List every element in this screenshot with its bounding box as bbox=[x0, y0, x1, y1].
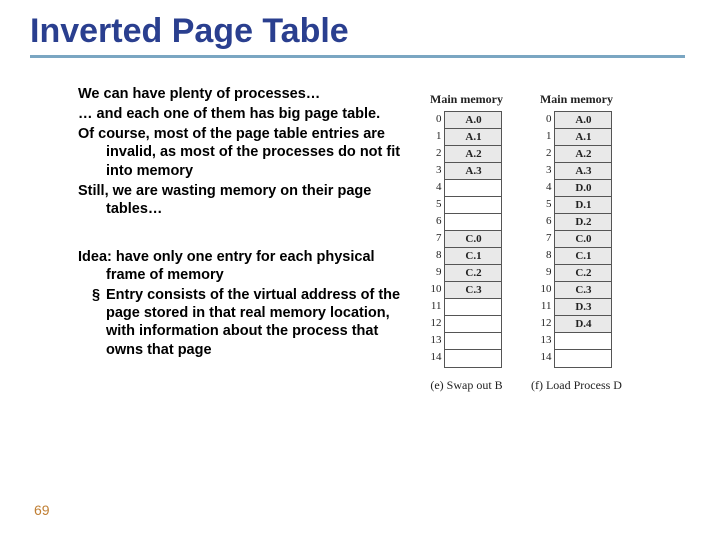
index-label: 6 bbox=[430, 213, 441, 230]
index-label: 14 bbox=[540, 349, 551, 366]
para-2: … and each one of them has big page tabl… bbox=[78, 105, 418, 123]
index-label: 6 bbox=[540, 213, 551, 230]
slide-title: Inverted Page Table bbox=[30, 12, 685, 58]
figure-e-header: Main memory bbox=[430, 92, 503, 107]
index-label: 4 bbox=[430, 179, 441, 196]
index-label: 7 bbox=[540, 230, 551, 247]
memory-cell: A.2 bbox=[555, 146, 611, 163]
memory-cell bbox=[555, 333, 611, 350]
idea-lead: Idea: have only one entry for each physi… bbox=[78, 248, 418, 284]
idea-block: Idea: have only one entry for each physi… bbox=[78, 248, 418, 359]
index-label: 2 bbox=[430, 145, 441, 162]
idea-bullet: § Entry consists of the virtual address … bbox=[78, 286, 418, 359]
figure-f-caption: (f) Load Process D bbox=[531, 378, 622, 393]
figure-e: Main memory 01234567891011121314 A.0A.1A… bbox=[430, 92, 503, 393]
index-label: 1 bbox=[540, 128, 551, 145]
memory-cell: A.0 bbox=[555, 112, 611, 129]
index-label: 13 bbox=[430, 332, 441, 349]
index-label: 0 bbox=[430, 111, 441, 128]
memory-cell bbox=[445, 214, 501, 231]
index-label: 11 bbox=[430, 298, 441, 315]
page-number: 69 bbox=[34, 502, 50, 518]
index-label: 1 bbox=[430, 128, 441, 145]
figure-e-caption: (e) Swap out B bbox=[430, 378, 502, 393]
para-4: Still, we are wasting memory on their pa… bbox=[78, 182, 418, 218]
index-label: 12 bbox=[540, 315, 551, 332]
memory-cell: A.1 bbox=[555, 129, 611, 146]
index-label: 13 bbox=[540, 332, 551, 349]
index-label: 8 bbox=[540, 247, 551, 264]
index-label: 8 bbox=[430, 247, 441, 264]
memory-cell: D.2 bbox=[555, 214, 611, 231]
memory-cell: A.1 bbox=[445, 129, 501, 146]
bullet-mark-icon: § bbox=[92, 286, 106, 359]
memory-cell bbox=[445, 316, 501, 333]
figure-f-indices: 01234567891011121314 bbox=[540, 111, 554, 366]
index-label: 2 bbox=[540, 145, 551, 162]
index-label: 12 bbox=[430, 315, 441, 332]
index-label: 10 bbox=[430, 281, 441, 298]
memory-cell bbox=[555, 350, 611, 367]
memory-cell: C.1 bbox=[555, 248, 611, 265]
index-label: 11 bbox=[540, 298, 551, 315]
index-label: 7 bbox=[430, 230, 441, 247]
memory-cell: D.0 bbox=[555, 180, 611, 197]
para-1: We can have plenty of processes… bbox=[78, 85, 418, 103]
memory-cell: D.3 bbox=[555, 299, 611, 316]
memory-cell bbox=[445, 180, 501, 197]
memory-cell: C.3 bbox=[555, 282, 611, 299]
memory-cell bbox=[445, 333, 501, 350]
figure-f-header: Main memory bbox=[540, 92, 613, 107]
index-label: 3 bbox=[430, 162, 441, 179]
memory-cell bbox=[445, 350, 501, 367]
figure-f-cells: A.0A.1A.2A.3D.0D.1D.2C.0C.1C.2C.3D.3D.4 bbox=[554, 111, 612, 368]
index-label: 9 bbox=[430, 264, 441, 281]
memory-cell: C.0 bbox=[555, 231, 611, 248]
slide-body: We can have plenty of processes… … and e… bbox=[78, 85, 418, 359]
figures: Main memory 01234567891011121314 A.0A.1A… bbox=[430, 92, 622, 393]
memory-cell: C.2 bbox=[445, 265, 501, 282]
figure-e-cells: A.0A.1A.2A.3 C.0C.1C.2C.3 bbox=[444, 111, 502, 368]
figure-f: Main memory 01234567891011121314 A.0A.1A… bbox=[531, 92, 622, 393]
index-label: 14 bbox=[430, 349, 441, 366]
memory-cell: C.3 bbox=[445, 282, 501, 299]
index-label: 10 bbox=[540, 281, 551, 298]
memory-cell: D.4 bbox=[555, 316, 611, 333]
memory-cell: C.2 bbox=[555, 265, 611, 282]
memory-cell: D.1 bbox=[555, 197, 611, 214]
memory-cell: C.0 bbox=[445, 231, 501, 248]
index-label: 5 bbox=[540, 196, 551, 213]
index-label: 5 bbox=[430, 196, 441, 213]
figure-e-indices: 01234567891011121314 bbox=[430, 111, 444, 366]
index-label: 3 bbox=[540, 162, 551, 179]
memory-cell: A.0 bbox=[445, 112, 501, 129]
para-3: Of course, most of the page table entrie… bbox=[78, 125, 418, 179]
memory-cell: C.1 bbox=[445, 248, 501, 265]
index-label: 4 bbox=[540, 179, 551, 196]
memory-cell bbox=[445, 299, 501, 316]
index-label: 0 bbox=[540, 111, 551, 128]
memory-cell: A.3 bbox=[555, 163, 611, 180]
index-label: 9 bbox=[540, 264, 551, 281]
memory-cell bbox=[445, 197, 501, 214]
memory-cell: A.2 bbox=[445, 146, 501, 163]
memory-cell: A.3 bbox=[445, 163, 501, 180]
idea-bullet-text: Entry consists of the virtual address of… bbox=[106, 286, 418, 359]
